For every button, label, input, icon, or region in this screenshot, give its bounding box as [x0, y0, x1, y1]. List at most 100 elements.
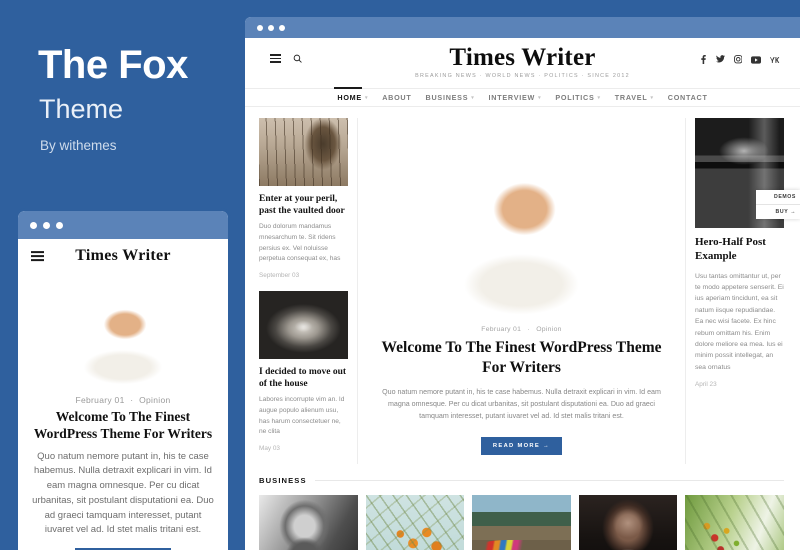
business-section: BUSINESS: [245, 464, 800, 550]
demos-link[interactable]: DEMOS: [756, 190, 800, 204]
youtube-icon[interactable]: [751, 55, 761, 66]
buy-link[interactable]: BUY →: [756, 204, 800, 219]
hero-date: February 01: [481, 326, 522, 333]
post-thumbnail[interactable]: [259, 118, 348, 186]
theme-title: The Fox: [38, 43, 188, 87]
business-card[interactable]: [472, 495, 571, 550]
post-date: September 03: [259, 272, 300, 279]
orange-tree-photo: [365, 495, 465, 550]
hero-meta: February 01 · Opinion: [368, 326, 675, 333]
main-navigation: HOME ▾ ABOUT BUSINESS ▾ INTERVIEW ▾ POLITIC…: [245, 87, 800, 107]
mobile-site-header: Times Writer: [18, 239, 228, 273]
close-dot-icon[interactable]: [257, 24, 263, 31]
hero-button-wrap: READ MORE →: [368, 434, 675, 455]
instagram-icon[interactable]: [733, 55, 743, 66]
business-card[interactable]: [259, 495, 358, 550]
post-thumbnail[interactable]: [259, 291, 348, 359]
kayaks-lake-photo: [472, 495, 571, 550]
business-card[interactable]: [365, 495, 465, 550]
site-tagline: BREAKING NEWS · WORLD NEWS · POLITICS · …: [415, 73, 630, 80]
mobile-article-meta: February 01 · Opinion: [32, 395, 214, 405]
business-card[interactable]: [685, 495, 784, 550]
mobile-browser-chrome: [18, 211, 228, 239]
nav-item-about[interactable]: ABOUT: [382, 88, 411, 107]
chevron-down-icon: ▾: [471, 94, 475, 101]
read-more-button[interactable]: READ MORE →: [480, 436, 563, 455]
soldier-photo: [259, 118, 348, 186]
section-divider: [314, 480, 784, 481]
chevron-down-icon: ▾: [538, 94, 542, 101]
mobile-preview-window: Times Writer February 01 · Opinion Welco…: [18, 211, 228, 550]
post-excerpt: Usu tantas omittantur ut, per te modo ap…: [695, 272, 784, 371]
hero-excerpt: Quo natum nemore putant in, his te case …: [382, 388, 661, 421]
nav-label: ABOUT: [382, 93, 412, 102]
chevron-down-icon: ▾: [650, 94, 654, 101]
post-excerpt: Duo dolorum mandamus mnesarchum te. Sit …: [259, 223, 341, 263]
social-links: [699, 55, 781, 66]
minimize-dot-icon[interactable]: [268, 24, 274, 31]
chevron-down-icon: ▾: [364, 94, 369, 101]
mobile-article-category[interactable]: Opinion: [139, 395, 170, 405]
nav-label: CONTACT: [667, 93, 708, 102]
mobile-article-title[interactable]: Welcome To The Finest WordPress Theme Fo…: [32, 409, 214, 443]
meta-separator: ·: [130, 395, 134, 405]
post-card: I decided to move out of the house Labor…: [259, 291, 348, 452]
site-header: Times Writer BREAKING NEWS · WORLD NEWS …: [245, 38, 800, 85]
nav-item-interview[interactable]: INTERVIEW ▾: [489, 88, 542, 107]
pottery-photo: [259, 291, 348, 359]
close-dot-icon[interactable]: [30, 221, 37, 229]
mobile-hero-image[interactable]: [18, 273, 228, 385]
nav-label: HOME: [337, 93, 362, 102]
post-title[interactable]: I decided to move out of the house: [259, 366, 348, 390]
search-icon[interactable]: [293, 54, 302, 63]
mobile-article-date: February 01: [75, 395, 125, 405]
curly-hair-portrait-photo: [368, 118, 675, 316]
post-excerpt: Labores incorrupte vim an. Id augue popu…: [259, 396, 345, 436]
nav-item-home[interactable]: HOME ▾: [334, 87, 369, 107]
left-posts-column: Enter at your peril, past the vaulted do…: [259, 118, 357, 464]
hero-thumbnail[interactable]: [368, 118, 675, 316]
facebook-icon[interactable]: [699, 55, 707, 66]
post-date: May 03: [259, 445, 280, 452]
post-card: Enter at your peril, past the vaulted do…: [259, 118, 348, 279]
nav-item-travel[interactable]: TRAVEL ▾: [615, 88, 654, 107]
hero-post-column: February 01 · Opinion Welcome To The Fin…: [357, 118, 686, 464]
mobile-article-body: February 01 · Opinion Welcome To The Fin…: [18, 385, 228, 550]
mobile-article-excerpt: Quo natum nemore putant in, his te case …: [32, 450, 214, 536]
minimize-dot-icon[interactable]: [43, 221, 50, 229]
section-title: BUSINESS: [259, 476, 307, 485]
hamburger-icon[interactable]: [31, 251, 44, 261]
nav-label: TRAVEL: [614, 93, 648, 102]
desktop-browser-chrome: [245, 17, 800, 38]
hero-title[interactable]: Welcome To The Finest WordPress Theme Fo…: [368, 338, 675, 377]
theme-subtitle: Theme: [39, 94, 124, 124]
elder-woman-portrait-photo: [578, 495, 678, 550]
nav-label: BUSINESS: [425, 93, 469, 102]
nav-item-contact[interactable]: CONTACT: [668, 88, 708, 107]
header-left-icons: [270, 54, 302, 63]
maximize-dot-icon[interactable]: [56, 221, 63, 229]
desktop-preview-window: DEMOS BUY → Times Writer BREAKING NEWS ·…: [245, 17, 800, 550]
post-title[interactable]: Hero-Half Post Example: [695, 236, 784, 264]
meta-separator: ·: [527, 326, 530, 333]
right-post-column: Hero-Half Post Example Usu tantas omitta…: [686, 118, 784, 464]
business-cards-row: [259, 495, 784, 550]
nav-label: INTERVIEW: [488, 93, 536, 102]
hamburger-icon[interactable]: [270, 54, 281, 63]
vk-icon[interactable]: [770, 56, 780, 66]
hero-category[interactable]: Opinion: [536, 326, 562, 333]
old-man-coffee-photo: [259, 495, 358, 550]
nav-label: POLITICS: [555, 93, 595, 102]
coffee-berries-photo: [685, 495, 784, 550]
maximize-dot-icon[interactable]: [279, 24, 285, 31]
nav-item-business[interactable]: BUSINESS ▾: [426, 88, 475, 107]
main-content-grid: Enter at your peril, past the vaulted do…: [245, 107, 800, 464]
business-card[interactable]: [578, 495, 678, 550]
business-section-header: BUSINESS: [259, 476, 784, 485]
post-date: April 23: [695, 381, 717, 389]
curly-hair-portrait-photo: [18, 273, 228, 385]
nav-item-politics[interactable]: POLITICS ▾: [555, 88, 600, 107]
twitter-icon[interactable]: [715, 55, 725, 66]
mobile-site-logo[interactable]: Times Writer: [18, 247, 228, 265]
post-title[interactable]: Enter at your peril, past the vaulted do…: [259, 193, 348, 217]
